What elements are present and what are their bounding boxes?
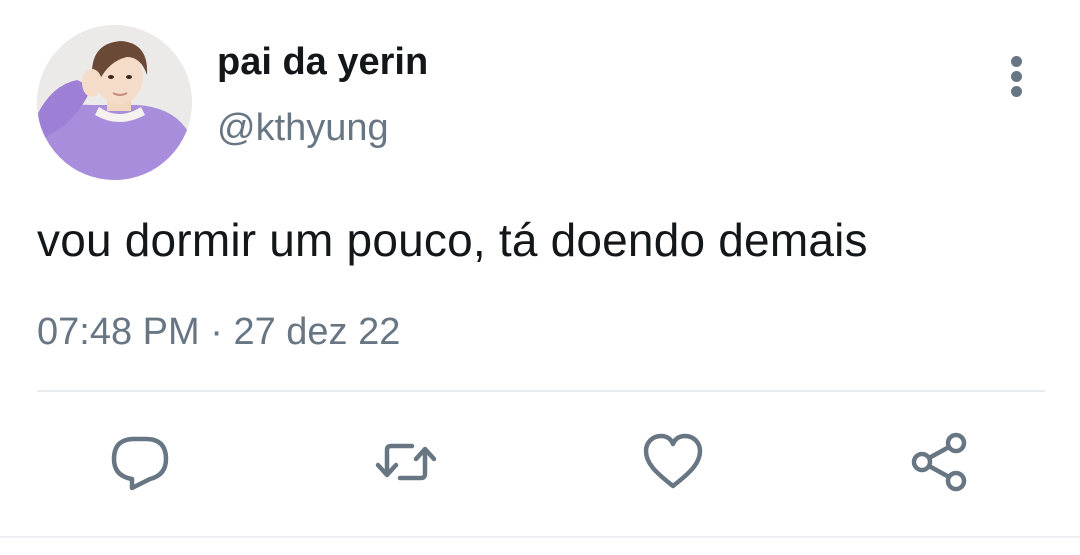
like-button[interactable]: [641, 430, 705, 494]
share-icon: [911, 432, 967, 492]
display-name[interactable]: pai da yerin: [217, 38, 428, 86]
user-handle[interactable]: @kthyung: [217, 104, 389, 152]
bottom-border: [0, 536, 1080, 538]
share-button[interactable]: [908, 430, 972, 494]
avatar-image: [37, 25, 192, 180]
heart-icon: [643, 433, 703, 489]
reply-button[interactable]: [108, 430, 172, 494]
retweet-button[interactable]: [374, 430, 438, 494]
tweet-card: pai da yerin @kthyung vou dormir um pouc…: [0, 0, 1080, 555]
tweet-date: 27 dez 22: [233, 311, 401, 353]
reply-icon: [111, 436, 169, 491]
tweet-time: 07:48 PM: [37, 311, 200, 353]
tweet-timestamp: 07:48 PM · 27 dez 22: [37, 308, 400, 356]
retweet-icon: [375, 443, 437, 481]
avatar[interactable]: [37, 25, 192, 180]
tweet-text: vou dormir um pouco, tá doendo demais: [37, 214, 868, 266]
timestamp-separator: ·: [210, 311, 223, 353]
divider: [37, 390, 1045, 392]
more-vertical-icon[interactable]: [1000, 52, 1034, 100]
